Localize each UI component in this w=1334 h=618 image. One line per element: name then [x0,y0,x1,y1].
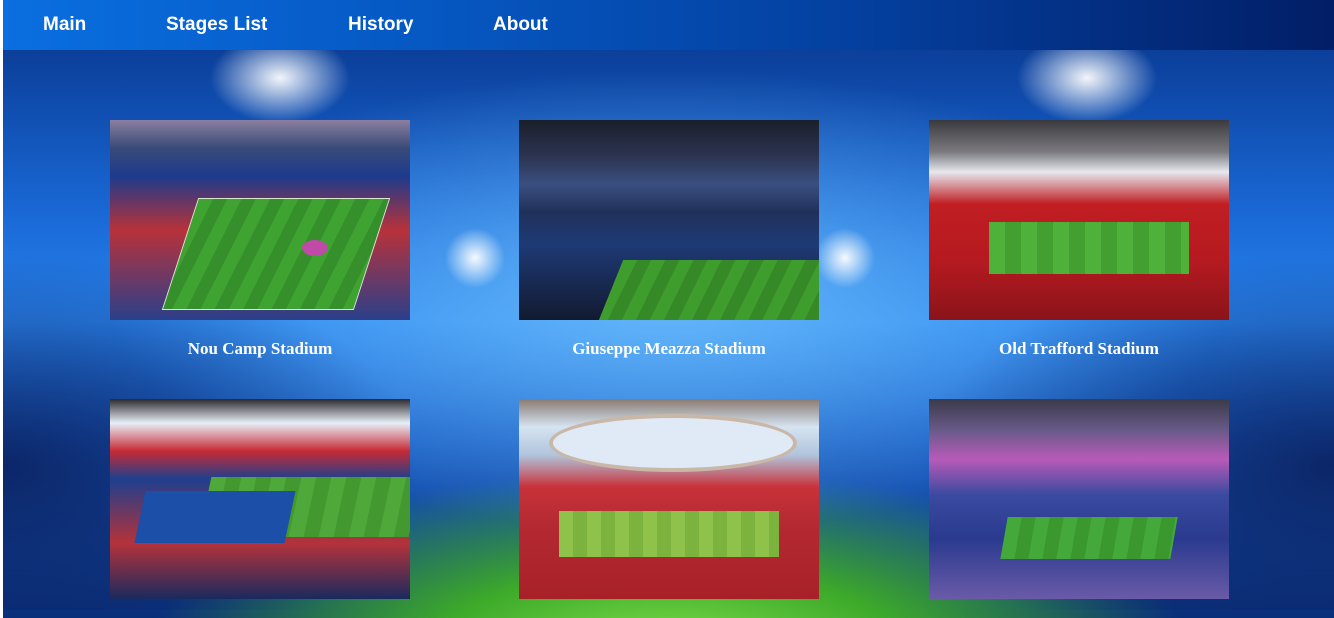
stadium-card-row2-left [110,399,410,599]
stadium-caption: Giuseppe Meazza Stadium [572,339,766,358]
nav-stages-list[interactable]: Stages List [166,0,267,50]
top-navbar: Main Stages List History About [3,0,1334,50]
stadium-caption: Old Trafford Stadium [999,339,1159,358]
giuseppe-meazza-photo[interactable] [519,120,819,320]
old-trafford-photo[interactable] [929,120,1229,320]
estadio-do-dragao-photo[interactable] [929,399,1229,599]
stadium-card-old-trafford: Old Trafford Stadium [929,120,1229,358]
stadium-card-row2-right [929,399,1229,599]
stadium-card-row2-center [519,399,819,599]
nou-camp-photo[interactable] [110,120,410,320]
nav-main[interactable]: Main [43,0,86,50]
stadium-card-giuseppe-meazza: Giuseppe Meazza Stadium [519,120,819,358]
stadium-caption: Nou Camp Stadium [187,339,333,358]
stadium-card-nou-camp: Nou Camp Stadium [110,120,410,358]
page: Main Stages List History About Nou Camp … [3,0,1334,618]
parc-des-princes-photo[interactable] [110,399,410,599]
nav-about[interactable]: About [493,0,548,50]
allianz-arena-photo[interactable] [519,399,819,599]
nav-history[interactable]: History [348,0,413,50]
